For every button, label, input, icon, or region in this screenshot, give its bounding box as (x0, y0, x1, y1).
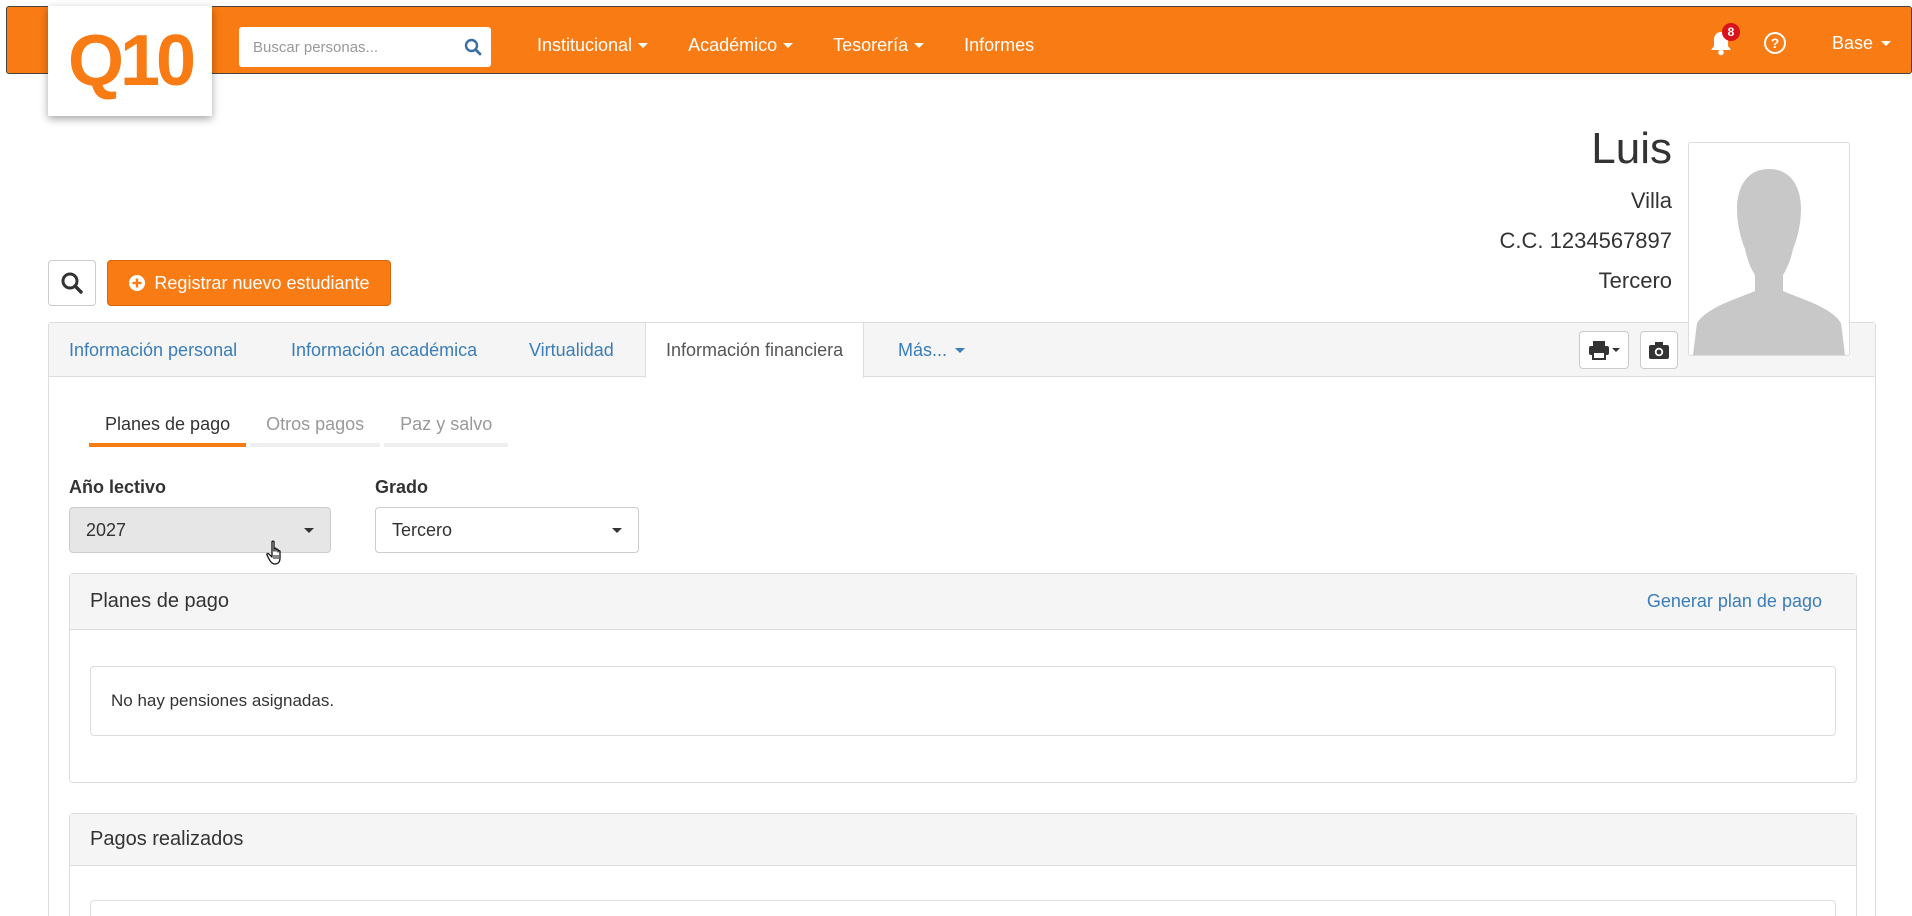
nav-institucional[interactable]: Institucional (517, 29, 668, 62)
grade-select[interactable]: Tercero (375, 507, 639, 553)
nav-tesoreria[interactable]: Tesorería (813, 29, 944, 62)
caret-down-icon (783, 43, 794, 48)
logo[interactable]: Q10 (48, 6, 212, 116)
student-first-name: Luis (1591, 124, 1672, 173)
tabs-bar: Información personal Información académi… (49, 323, 1875, 378)
camera-button[interactable] (1640, 331, 1678, 369)
search-icon (61, 272, 83, 294)
avatar-silhouette-icon (1693, 169, 1845, 355)
nav-informes[interactable]: Informes (944, 29, 1054, 62)
payments-made-header: Pagos realizados (70, 814, 1856, 866)
caret-down-icon (914, 43, 925, 48)
search-input[interactable] (239, 27, 455, 67)
svg-text:?: ? (1771, 35, 1780, 51)
print-icon (1589, 341, 1609, 360)
plus-circle-icon (129, 275, 146, 291)
right-nav: 8 ? Base (1706, 23, 1891, 61)
subtab-planes-de-pago[interactable]: Planes de pago (89, 405, 247, 447)
caret-down-icon (1612, 348, 1620, 352)
tab-informacion-financiera[interactable]: Información financiera (645, 323, 865, 378)
student-photo[interactable] (1688, 142, 1850, 356)
caret-down-icon (612, 527, 622, 533)
top-navbar: Institucional Académico Tesorería Inform… (6, 6, 1912, 74)
notification-badge: 8 (1721, 23, 1740, 41)
user-menu[interactable]: Base (1814, 33, 1891, 54)
empty-pensions-box: No hay pensiones asignadas. (90, 666, 1836, 736)
help-button[interactable]: ? (1760, 25, 1790, 61)
year-label: Año lectivo (69, 477, 167, 497)
search-student-button[interactable] (48, 260, 96, 306)
main-nav: Institucional Académico Tesorería Inform… (517, 29, 1054, 62)
payment-plans-card: Planes de pago Generar plan de pago No h… (69, 573, 1857, 783)
payment-plans-title: Planes de pago (90, 590, 230, 612)
subtab-otros-pagos[interactable]: Otros pagos (250, 405, 381, 447)
subtabs: Planes de pago Otros pagos Paz y salvo (89, 405, 509, 447)
caret-down-icon (1881, 40, 1891, 46)
print-button[interactable] (1579, 331, 1629, 369)
generate-payment-plan-link[interactable]: Generar plan de pago (1647, 591, 1836, 612)
payments-made-title: Pagos realizados (90, 828, 244, 850)
payments-content-box (90, 900, 1836, 916)
student-panel: Información personal Información académi… (48, 322, 1876, 916)
tab-virtualidad[interactable]: Virtualidad (509, 323, 634, 377)
payment-plans-header: Planes de pago Generar plan de pago (70, 574, 1856, 630)
search-icon[interactable] (455, 27, 491, 67)
empty-pensions-text: No hay pensiones asignadas. (111, 691, 335, 710)
register-student-button[interactable]: Registrar nuevo estudiante (107, 260, 391, 306)
grade-label: Grado (375, 477, 429, 497)
caret-down-icon (955, 347, 966, 353)
nav-academico[interactable]: Académico (668, 29, 813, 62)
hand-cursor-icon (266, 540, 281, 565)
student-last-name: Villa (1630, 188, 1672, 213)
caret-down-icon (304, 527, 314, 533)
tab-informacion-academica[interactable]: Información académica (271, 323, 497, 377)
student-grade: Tercero (1598, 268, 1672, 293)
notifications-button[interactable]: 8 (1706, 23, 1740, 61)
year-select[interactable]: 2027 (69, 507, 331, 553)
payments-made-card: Pagos realizados (69, 813, 1857, 916)
camera-icon (1649, 342, 1669, 359)
help-icon: ? (1763, 32, 1786, 54)
tab-mas[interactable]: Más... (878, 323, 985, 377)
caret-down-icon (638, 43, 649, 48)
search-box (239, 27, 491, 67)
student-id-document: C.C. 1234567897 (1499, 228, 1672, 253)
subtab-paz-y-salvo[interactable]: Paz y salvo (384, 405, 509, 447)
tab-informacion-personal[interactable]: Información personal (49, 323, 257, 377)
